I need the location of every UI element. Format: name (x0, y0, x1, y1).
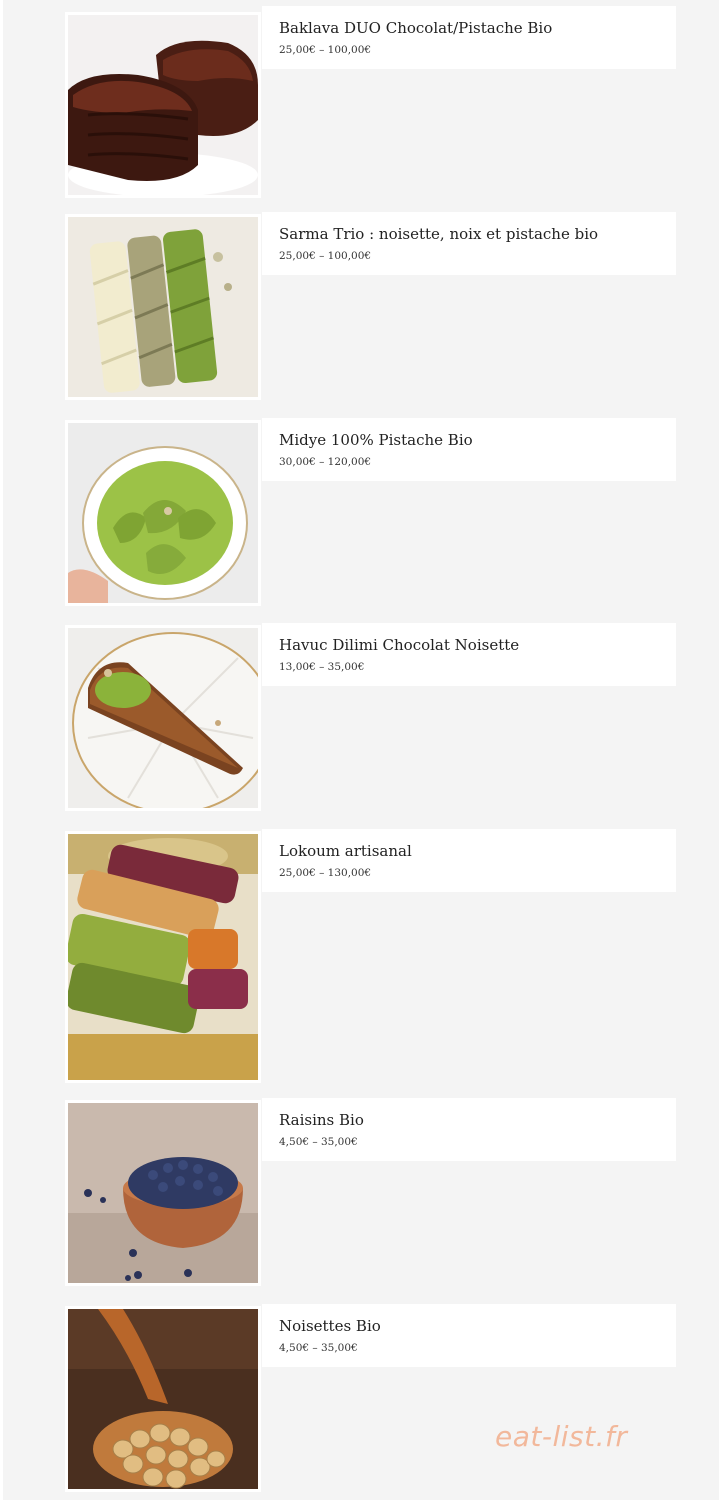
product-info: Noisettes Bio 4,50€ – 35,00€ (262, 1304, 676, 1367)
product-info: Sarma Trio : noisette, noix et pistache … (262, 212, 676, 275)
product-info: Raisins Bio 4,50€ – 35,00€ (262, 1098, 676, 1161)
product-image-midye[interactable] (65, 420, 261, 606)
product-title[interactable]: Sarma Trio : noisette, noix et pistache … (279, 224, 676, 244)
product-title[interactable]: Noisettes Bio (279, 1316, 676, 1336)
product-title[interactable]: Baklava DUO Chocolat/Pistache Bio (279, 18, 676, 38)
product-title[interactable]: Lokoum artisanal (279, 841, 676, 861)
product-image-baklava-duo[interactable] (65, 12, 261, 198)
product-image-noisettes[interactable] (65, 1306, 261, 1492)
product-title[interactable]: Raisins Bio (279, 1110, 676, 1130)
product-price: 13,00€ – 35,00€ (279, 661, 365, 673)
watermark-logo: eat-list.fr (495, 1420, 628, 1453)
product-title[interactable]: Midye 100% Pistache Bio (279, 430, 676, 450)
product-price: 4,50€ – 35,00€ (279, 1342, 358, 1354)
product-info: Havuc Dilimi Chocolat Noisette 13,00€ – … (262, 623, 676, 686)
product-info: Lokoum artisanal 25,00€ – 130,00€ (262, 829, 676, 892)
product-price: 4,50€ – 35,00€ (279, 1136, 358, 1148)
product-price: 25,00€ – 130,00€ (279, 867, 372, 879)
product-image-sarma-trio[interactable] (65, 214, 261, 400)
product-info: Midye 100% Pistache Bio 30,00€ – 120,00€ (262, 418, 676, 481)
product-image-lokoum[interactable] (65, 831, 261, 1083)
product-title[interactable]: Havuc Dilimi Chocolat Noisette (279, 635, 676, 655)
product-info: Baklava DUO Chocolat/Pistache Bio 25,00€… (262, 6, 676, 69)
product-list: Baklava DUO Chocolat/Pistache Bio 25,00€… (3, 0, 719, 1500)
product-image-raisins[interactable] (65, 1100, 261, 1286)
product-price: 25,00€ – 100,00€ (279, 250, 372, 262)
product-price: 25,00€ – 100,00€ (279, 44, 372, 56)
product-price: 30,00€ – 120,00€ (279, 456, 372, 468)
product-image-havuc-dilimi[interactable] (65, 625, 261, 811)
